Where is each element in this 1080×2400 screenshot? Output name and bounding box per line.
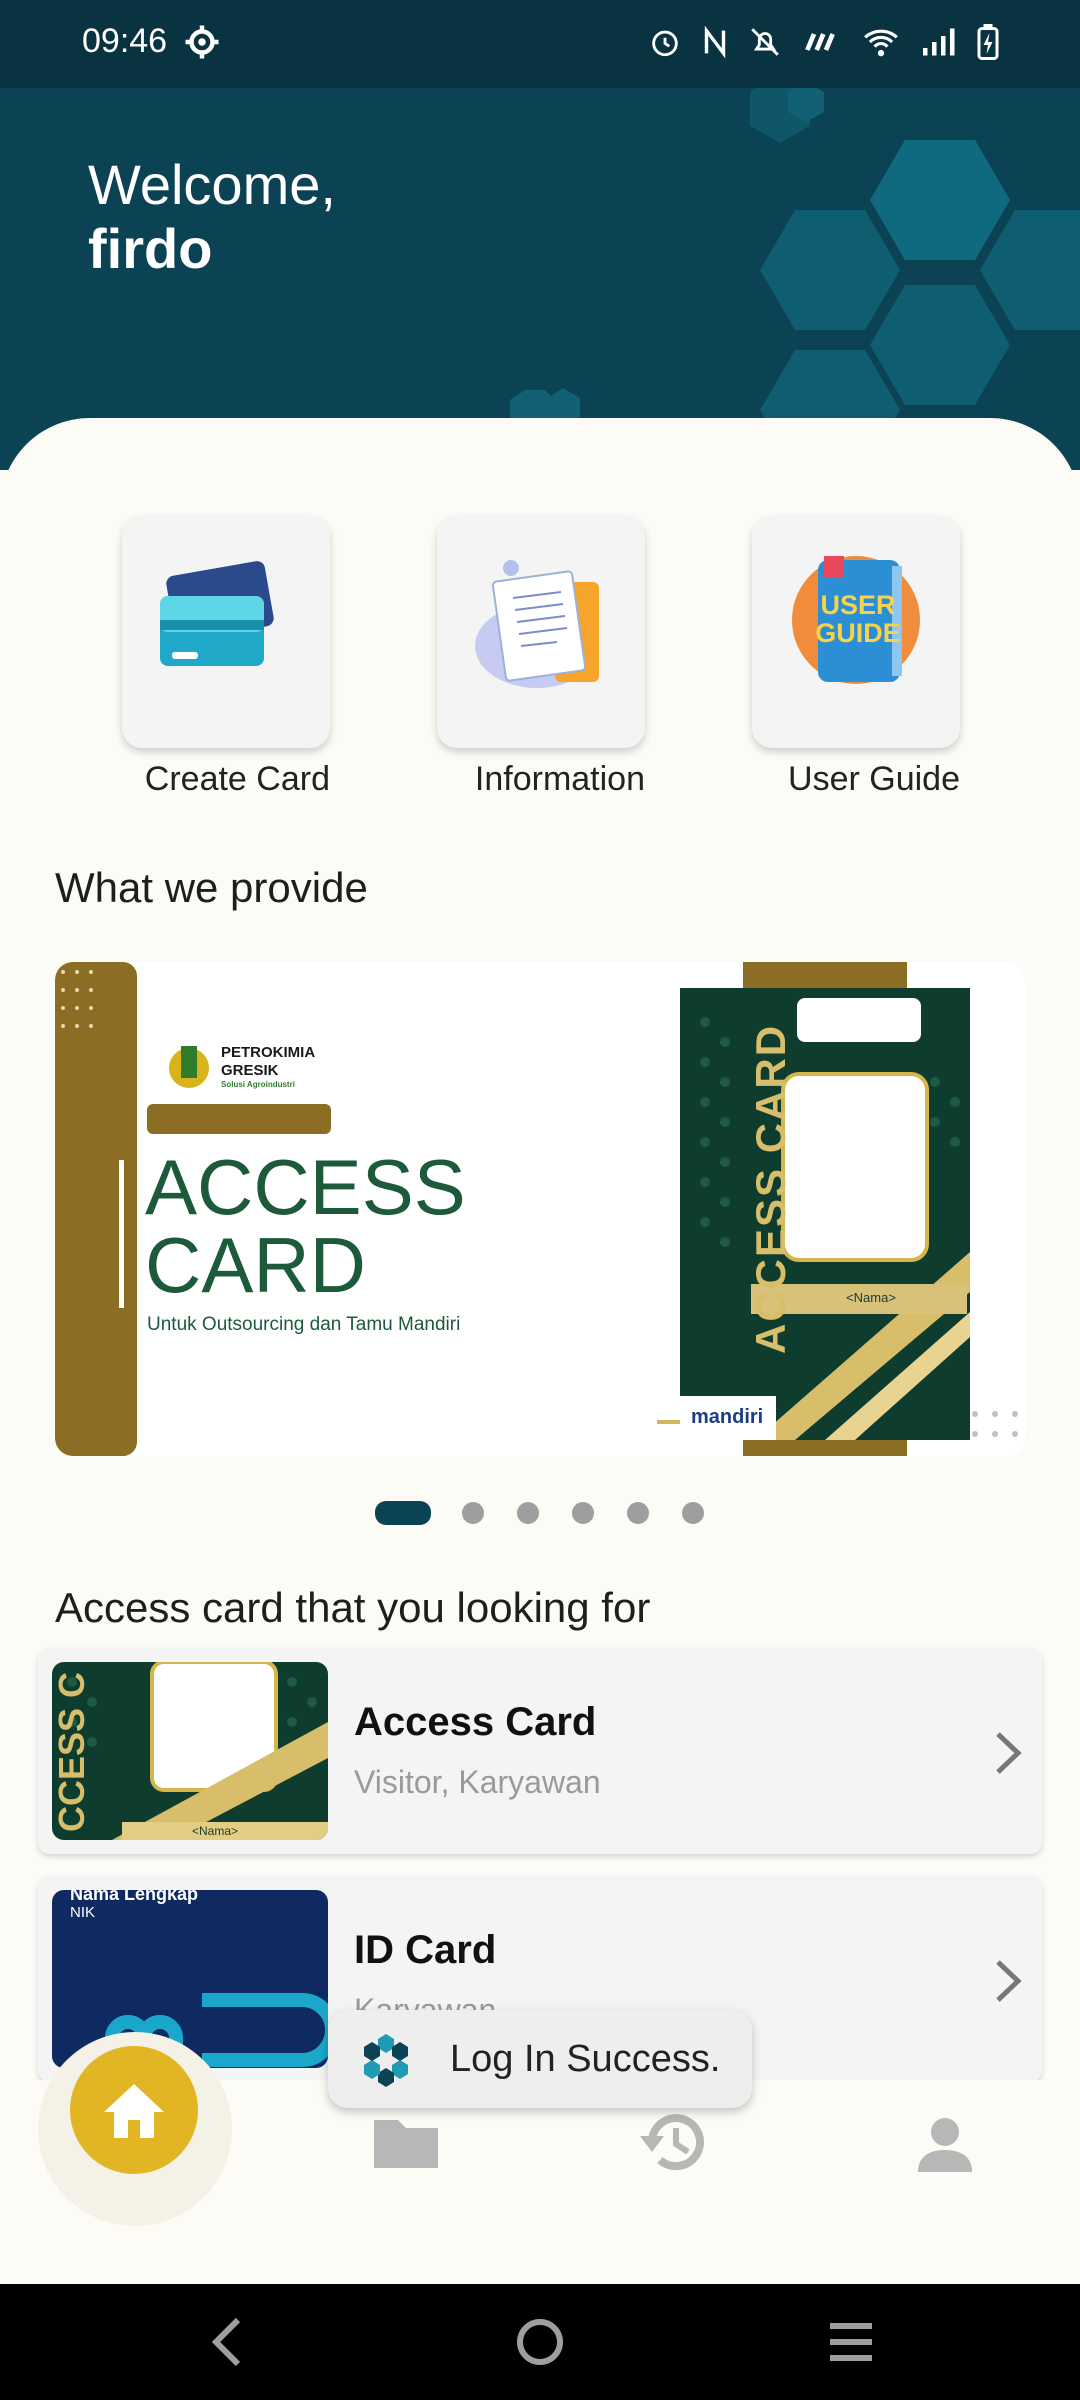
folder-icon[interactable] bbox=[370, 2112, 442, 2172]
banner-title-line2: CARD bbox=[145, 1221, 367, 1309]
pagination-dot-active[interactable] bbox=[375, 1501, 431, 1525]
app-logo-icon bbox=[364, 2034, 408, 2087]
header: 09:46 Welcome, firdo bbox=[0, 0, 1080, 470]
create-card-tile[interactable] bbox=[122, 516, 330, 748]
pagination-dot[interactable] bbox=[682, 1502, 704, 1524]
wifi-icon bbox=[864, 29, 898, 57]
pagination-dot[interactable] bbox=[462, 1502, 484, 1524]
promo-banner[interactable]: PETROKIMIA GRESIK Solusi Agroindustri AC… bbox=[55, 962, 1025, 1456]
menu-icon[interactable] bbox=[826, 2314, 876, 2370]
information-label: Information bbox=[474, 760, 645, 798]
what-we-provide-title: What we provide bbox=[55, 864, 368, 911]
toast-notification: Log In Success. bbox=[328, 2010, 752, 2108]
banner-subtitle: Untuk Outsourcing dan Tamu Mandiri bbox=[147, 1314, 461, 1335]
documents-icon bbox=[475, 560, 599, 688]
history-icon[interactable] bbox=[636, 2108, 712, 2178]
create-card-button[interactable]: Create Card bbox=[122, 516, 330, 799]
access-card-thumb-text: CCESS C bbox=[52, 1671, 92, 1833]
access-card-item[interactable]: CCESS C <Nama> Access Card Visitor, Kary… bbox=[38, 1648, 1042, 1854]
signal-icon bbox=[923, 28, 955, 56]
mute-icon bbox=[751, 28, 779, 56]
status-icons bbox=[648, 24, 1000, 60]
banner-company-line2: GRESIK bbox=[221, 1062, 279, 1079]
home-icon bbox=[104, 2084, 164, 2138]
id-card-thumb-name: Nama Lengkap bbox=[70, 1890, 199, 1904]
looking-for-title: Access card that you looking for bbox=[55, 1584, 651, 1631]
pagination-dot[interactable] bbox=[572, 1502, 594, 1524]
access-card-thumb-name: <Nama> bbox=[192, 1824, 239, 1838]
access-card-subtitle: Visitor, Karyawan bbox=[354, 1764, 601, 1800]
pagination-dot[interactable] bbox=[517, 1502, 539, 1524]
toast-message: Log In Success. bbox=[450, 2038, 721, 2080]
banner-company-line1: PETROKIMIA bbox=[221, 1044, 316, 1061]
user-guide-label: User Guide bbox=[788, 760, 960, 798]
back-icon[interactable] bbox=[206, 2314, 250, 2370]
user-guide-tile[interactable]: USER GUIDE bbox=[752, 516, 960, 748]
username: firdo bbox=[88, 217, 213, 280]
user-guide-book-icon: USER GUIDE bbox=[792, 556, 920, 684]
svg-text:USER: USER bbox=[820, 590, 895, 620]
access-card-title: Access Card bbox=[354, 1700, 597, 1744]
person-icon[interactable] bbox=[914, 2114, 976, 2176]
create-card-label: Create Card bbox=[144, 760, 330, 798]
speed-icon bbox=[805, 33, 835, 51]
banner-title-line1: ACCESS bbox=[145, 1143, 466, 1231]
information-button[interactable]: Information bbox=[437, 516, 645, 799]
home-circle-icon[interactable] bbox=[514, 2314, 566, 2370]
banner-company-tagline: Solusi Agroindustri bbox=[221, 1080, 295, 1089]
banner-card-name: <Nama> bbox=[846, 1290, 896, 1305]
information-tile[interactable] bbox=[437, 516, 645, 748]
battery-charging-icon bbox=[977, 24, 999, 60]
banner-card-vertical-text: ACCESS CARD bbox=[747, 1023, 794, 1354]
id-card-thumb-nik: NIK bbox=[70, 1904, 96, 1921]
nav-home-button[interactable] bbox=[70, 2046, 198, 2174]
pagination-dot[interactable] bbox=[627, 1502, 649, 1524]
gear-icon bbox=[185, 25, 219, 59]
svg-text:GUIDE: GUIDE bbox=[815, 618, 901, 648]
user-guide-button[interactable]: USER GUIDE User Guide bbox=[752, 516, 960, 799]
banner-pagination bbox=[0, 1500, 1080, 1525]
banner-bank: mandiri bbox=[691, 1406, 764, 1428]
status-time: 09:46 bbox=[82, 22, 168, 60]
id-card-title: ID Card bbox=[354, 1928, 497, 1972]
chevron-right-icon[interactable] bbox=[988, 1726, 1028, 1780]
alarm-icon bbox=[652, 30, 678, 57]
welcome-text: Welcome, bbox=[88, 153, 336, 216]
chevron-right-icon[interactable] bbox=[988, 1954, 1028, 2008]
nfc-icon bbox=[704, 25, 726, 59]
access-card-thumbnail: CCESS C <Nama> bbox=[52, 1662, 328, 1840]
credit-card-icon bbox=[160, 561, 274, 666]
system-navigation-bar bbox=[0, 2284, 1080, 2400]
status-bar: 09:46 bbox=[0, 0, 1080, 88]
